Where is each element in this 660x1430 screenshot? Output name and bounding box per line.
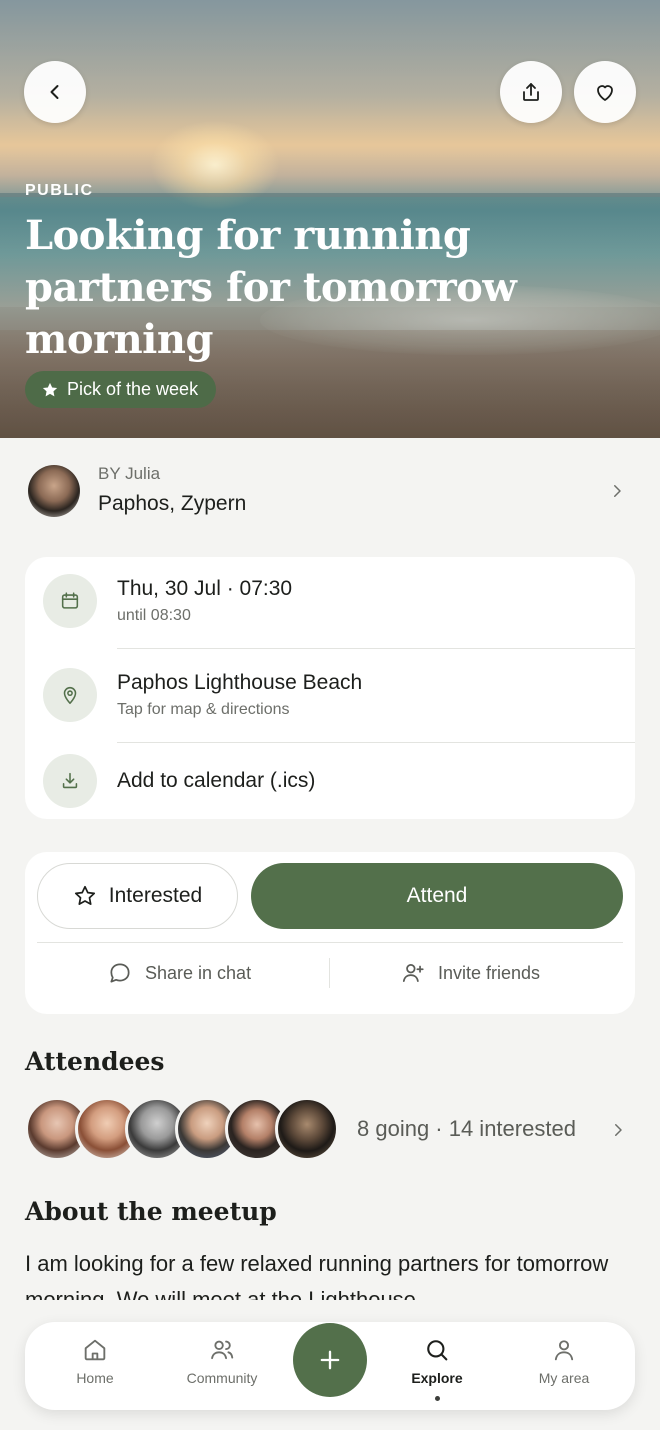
nav-home-label: Home <box>76 1370 114 1386</box>
create-event-button[interactable] <box>293 1323 367 1397</box>
home-icon <box>84 1339 106 1361</box>
download-icon-circle <box>43 754 97 808</box>
attend-button[interactable]: Attend <box>251 863 623 929</box>
event-place: Paphos Lighthouse Beach <box>117 671 363 694</box>
rsvp-card: Interested Attend Share in chat Invite f… <box>25 852 635 1014</box>
download-icon <box>62 772 78 789</box>
divider <box>117 742 635 743</box>
add-to-calendar-row[interactable]: Add to calendar (.ics) <box>25 745 635 819</box>
host-location: Paphos, Zypern <box>98 492 247 515</box>
divider <box>37 942 623 943</box>
users-icon <box>211 1340 234 1360</box>
add-user-icon <box>402 964 424 982</box>
event-details-card: Thu, 30 Jul · 07:30 until 08:30 Paphos L… <box>25 557 635 819</box>
location-row[interactable]: Paphos Lighthouse Beach Tap for map & di… <box>25 651 635 745</box>
plus-icon <box>320 1350 340 1370</box>
nav-explore-label: Explore <box>411 1370 463 1386</box>
nav-community[interactable]: Community <box>167 1336 277 1396</box>
host-row[interactable]: BY Julia Paphos, Zypern <box>0 440 660 540</box>
attendees-heading: Attendees <box>25 1047 165 1076</box>
calendar-icon <box>61 592 79 609</box>
nav-my-area[interactable]: My area <box>509 1336 619 1396</box>
event-title: Looking for running partners for tomorro… <box>25 212 517 363</box>
invite-friends-label: Invite friends <box>438 962 541 983</box>
favorite-button[interactable] <box>574 61 636 123</box>
pick-of-week-badge: Pick of the week <box>25 371 217 408</box>
map-pin-icon <box>63 686 77 705</box>
visibility-label: PUBLIC <box>25 182 94 199</box>
share-button[interactable] <box>500 61 562 123</box>
divider <box>329 958 330 988</box>
invite-friends-button[interactable]: Invite friends <box>400 956 540 990</box>
star-filled-icon <box>42 382 58 396</box>
about-heading: About the meetup <box>25 1197 277 1226</box>
heart-icon <box>597 85 613 101</box>
host-avatar <box>28 465 80 517</box>
chat-bubble-icon <box>110 963 130 983</box>
attend-label: Attend <box>406 884 468 907</box>
badge-label: Pick of the week <box>67 379 199 399</box>
attendees-row[interactable]: 8 going · 14 interested <box>25 1097 635 1163</box>
nav-community-label: Community <box>186 1370 258 1386</box>
event-date-time: Thu, 30 Jul · 07:30 <box>117 577 293 600</box>
attendee-avatar <box>275 1097 339 1161</box>
share-upload-icon <box>523 83 539 101</box>
datetime-row: Thu, 30 Jul · 07:30 until 08:30 <box>25 557 635 651</box>
add-to-calendar-link: Add to calendar (.ics) <box>117 769 316 792</box>
nav-home[interactable]: Home <box>40 1336 150 1396</box>
map-directions-hint: Tap for map & directions <box>117 701 290 718</box>
chevron-right-icon <box>614 485 621 497</box>
chevron-left-icon <box>50 85 59 99</box>
nav-explore[interactable]: Explore <box>382 1336 492 1401</box>
attendance-summary: 8 going · 14 interested <box>357 1116 576 1141</box>
nav-my-area-label: My area <box>538 1370 590 1386</box>
interested-button[interactable]: Interested <box>37 863 238 929</box>
chevron-right-icon <box>615 1124 622 1136</box>
active-indicator <box>434 1396 440 1401</box>
host-name: BY Julia <box>98 464 161 483</box>
back-button[interactable] <box>24 61 86 123</box>
bottom-nav: Home Community Explore My area <box>25 1322 635 1410</box>
user-icon <box>554 1340 574 1361</box>
interested-label: Interested <box>108 884 203 907</box>
event-end-time: until 08:30 <box>117 607 191 624</box>
star-outline-icon <box>74 885 95 905</box>
divider <box>117 648 635 649</box>
location-icon-circle <box>43 668 97 722</box>
calendar-icon-circle <box>43 574 97 628</box>
share-in-chat-label: Share in chat <box>145 962 252 983</box>
share-in-chat-button[interactable]: Share in chat <box>107 956 251 990</box>
search-icon <box>427 1340 448 1361</box>
